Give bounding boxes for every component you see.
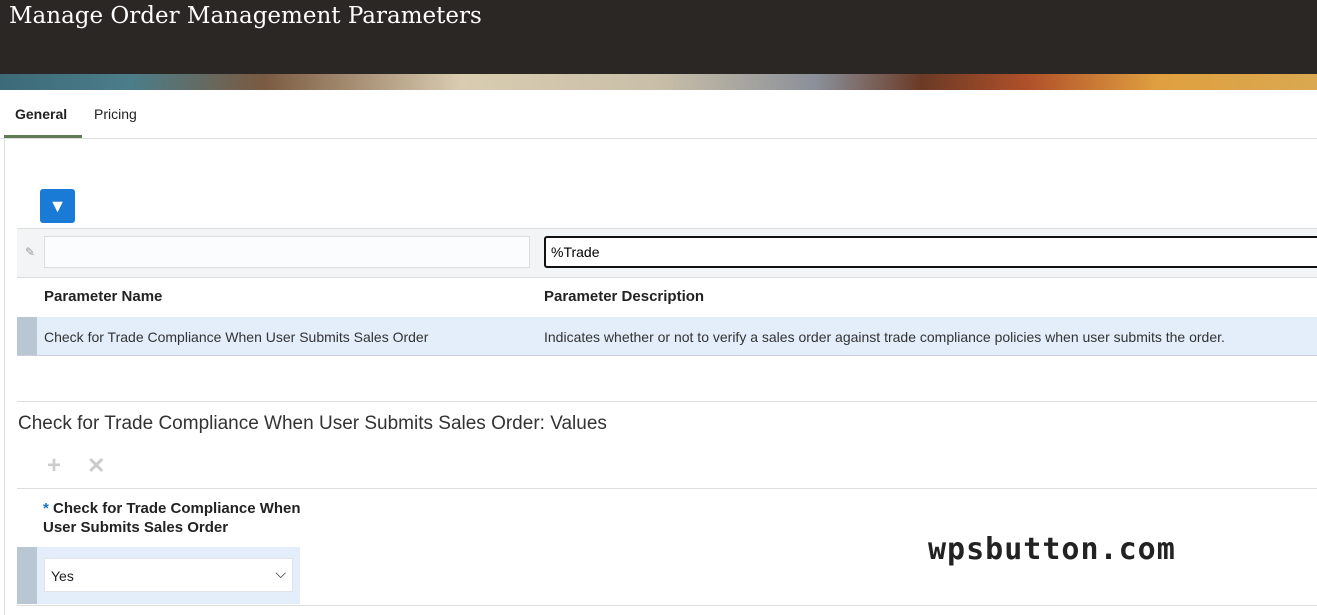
- column-header-parameter-name[interactable]: Parameter Name: [44, 288, 162, 305]
- required-indicator: *: [43, 500, 49, 517]
- parameter-description-cell: Indicates whether or not to verify a sal…: [544, 329, 1225, 345]
- row-selector[interactable]: [17, 317, 37, 355]
- clear-filter-icon[interactable]: ✎: [25, 245, 35, 259]
- tab-bar: General Pricing: [0, 90, 1317, 139]
- values-column-header[interactable]: * Check for Trade Compliance When User S…: [43, 499, 303, 537]
- values-row[interactable]: Yes ⌵: [17, 547, 300, 604]
- watermark: wpsbutton.com: [928, 532, 1176, 567]
- active-tab-indicator: [4, 135, 82, 138]
- divider: [17, 401, 1317, 402]
- values-column-label: Check for Trade Compliance When User Sub…: [43, 500, 301, 536]
- query-by-example-icon: ▼: [48, 195, 67, 216]
- values-section-title: Check for Trade Compliance When User Sub…: [18, 413, 607, 434]
- table-row[interactable]: Check for Trade Compliance When User Sub…: [17, 317, 1317, 356]
- tab-pricing[interactable]: Pricing: [94, 106, 137, 122]
- selected-value: Yes: [51, 568, 74, 584]
- header-banner: [0, 74, 1317, 90]
- query-by-example-button[interactable]: ▼: [40, 189, 75, 223]
- tab-general[interactable]: General: [15, 106, 67, 122]
- chevron-down-icon: ⌵: [275, 565, 286, 581]
- column-header-parameter-description[interactable]: Parameter Description: [544, 288, 704, 305]
- delete-icon[interactable]: ✕: [87, 453, 105, 479]
- add-icon[interactable]: +: [47, 452, 61, 480]
- page-header: Manage Order Management Parameters: [0, 0, 1317, 74]
- value-select[interactable]: Yes ⌵: [44, 558, 293, 592]
- parameter-description-filter[interactable]: [544, 236, 1317, 268]
- page-title: Manage Order Management Parameters: [9, 3, 482, 29]
- parameter-name-cell: Check for Trade Compliance When User Sub…: [44, 329, 429, 345]
- parameter-name-filter[interactable]: [44, 236, 530, 268]
- filter-row: ✎: [17, 228, 1317, 278]
- row-selector[interactable]: [17, 547, 37, 604]
